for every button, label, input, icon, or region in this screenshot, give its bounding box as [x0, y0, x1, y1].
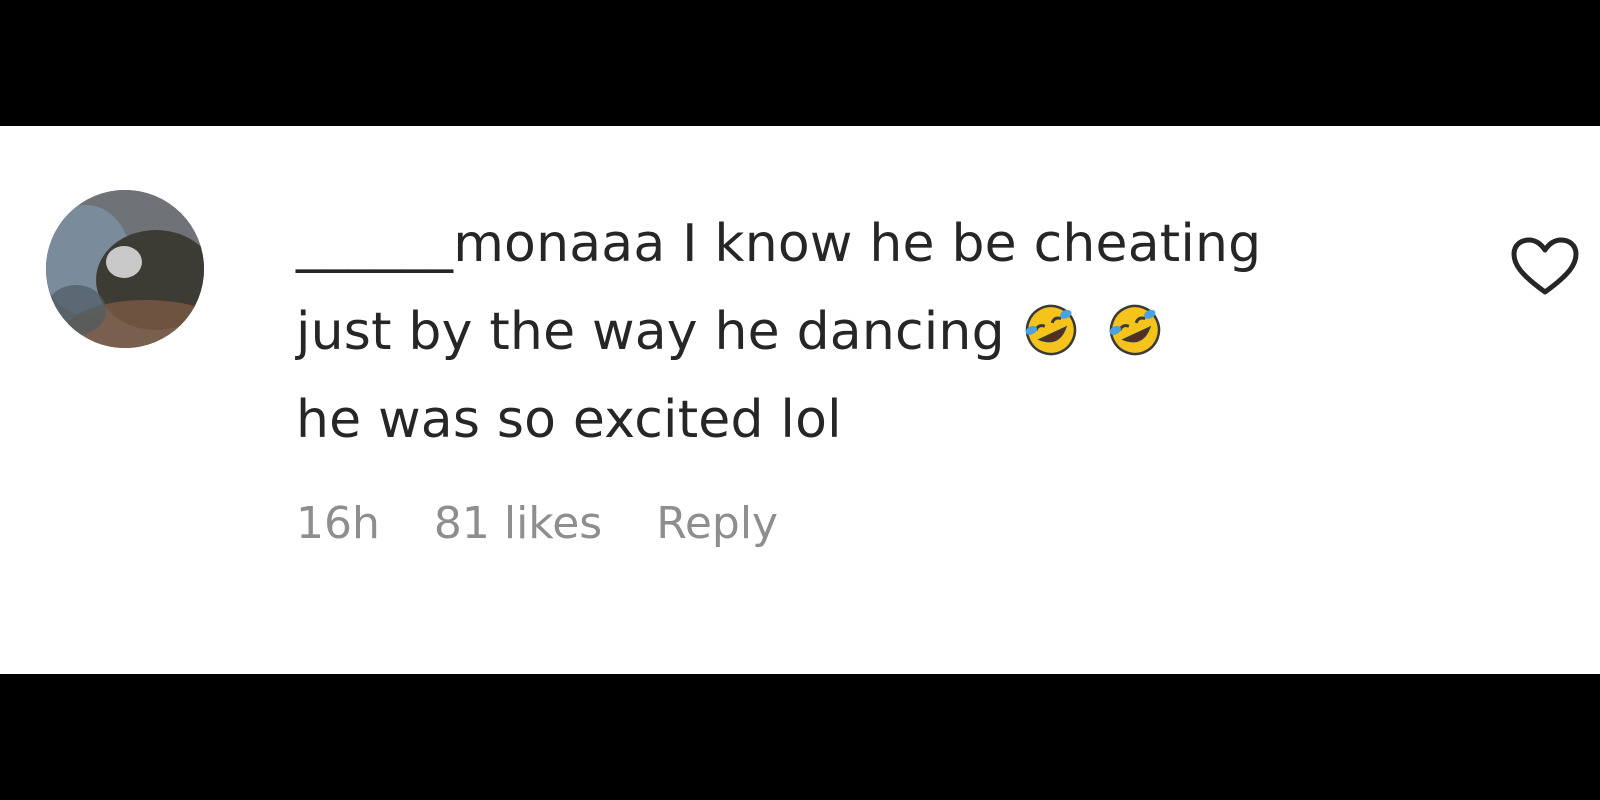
comment-text-line-2: just by the way he dancing [296, 302, 1005, 362]
comment-item: ______monaaa I know he be cheating just … [0, 126, 1600, 674]
screen: ______monaaa I know he be cheating just … [0, 0, 1600, 800]
comment-meta: 16h 81 likes Reply [296, 498, 832, 549]
comment-line-3: he was so excited lol [296, 376, 1456, 464]
comment-text-line-1: I know he be cheating [665, 214, 1262, 274]
comment-text: ______monaaa I know he be cheating just … [296, 200, 1456, 464]
avatar[interactable] [46, 190, 204, 348]
comment-line-1: ______monaaa I know he be cheating [296, 200, 1456, 288]
rolling-on-floor-laughing-emoji [1013, 299, 1089, 359]
comment-text-line-3: he was so excited lol [296, 390, 842, 450]
comment-line-2: just by the way he dancing [296, 288, 1456, 376]
rolling-on-floor-laughing-emoji [1097, 299, 1173, 359]
like-count[interactable]: 81 likes [434, 498, 602, 549]
heart-outline-icon[interactable] [1510, 236, 1580, 298]
username[interactable]: ______monaaa [296, 214, 665, 274]
reply-button[interactable]: Reply [656, 498, 778, 549]
comment-time: 16h [296, 498, 380, 549]
